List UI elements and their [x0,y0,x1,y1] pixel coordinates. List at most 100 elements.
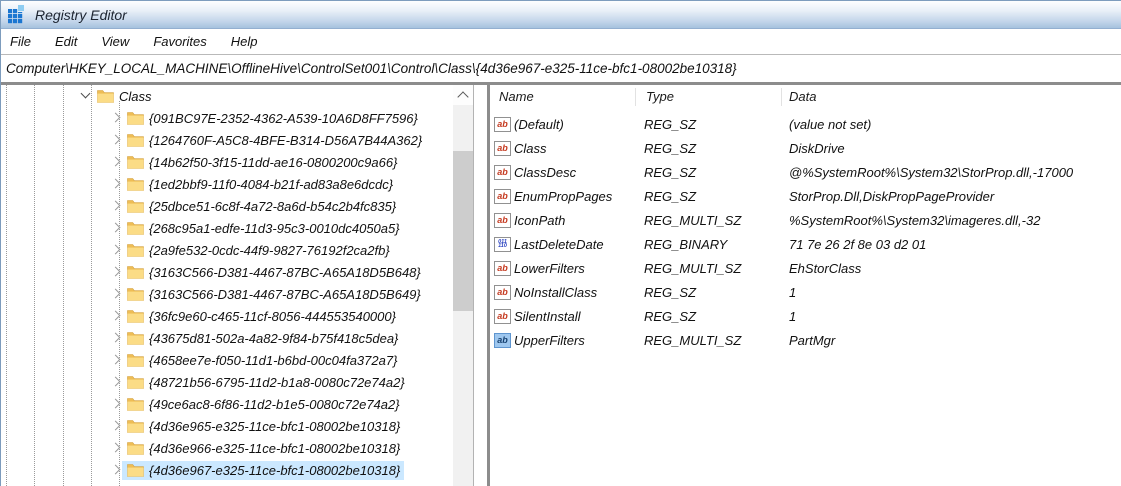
value-type: REG_SZ [644,284,697,300]
chevron-right-icon[interactable] [110,156,122,168]
tree-item-label[interactable]: {48721b56-6795-11d2-b1a8-0080c72e74a2} [149,374,405,390]
menu-help[interactable]: Help [219,29,270,54]
value-row[interactable]: ab ClassDesc REG_SZ @%SystemRoot%\System… [490,160,1121,184]
column-header-type[interactable]: Type [646,89,674,104]
tree-item-guid[interactable]: {4d36e965-e325-11ce-bfc1-08002be10318} [1,415,453,437]
tree-item-guid[interactable]: {268c95a1-edfe-11d3-95c3-0010dc4050a5} [1,217,453,239]
value-name[interactable]: EnumPropPages [514,189,644,204]
tree-item-guid[interactable]: {1ed2bbf9-11f0-4084-b21f-ad83a8e6dcdc} [1,173,453,195]
value-row[interactable]: 011 110 LastDeleteDate REG_BINARY 71 7e … [490,232,1121,256]
folder-icon [127,375,144,389]
tree-item-guid[interactable]: {091BC97E-2352-4362-A539-10A6D8FF7596} [1,107,453,129]
chevron-right-icon[interactable] [110,398,122,410]
column-separator[interactable] [781,88,782,106]
tree-item-label[interactable]: {091BC97E-2352-4362-A539-10A6D8FF7596} [149,110,418,126]
tree-item-guid[interactable]: {14b62f50-3f15-11dd-ae16-0800200c9a66} [1,151,453,173]
value-row[interactable]: ab EnumPropPages REG_SZ StorProp.Dll,Dis… [490,184,1121,208]
value-name[interactable]: LowerFilters [514,261,644,276]
column-header-data[interactable]: Data [789,89,816,104]
chevron-right-icon[interactable] [110,244,122,256]
value-row[interactable]: ab LowerFilters REG_MULTI_SZ EhStorClass [490,256,1121,280]
value-name[interactable]: Class [514,141,644,156]
column-separator[interactable] [635,88,636,106]
chevron-right-icon[interactable] [110,112,122,124]
tree-item-label[interactable]: {2a9fe532-0cdc-44f9-9827-76192f2ca2fb} [149,242,390,258]
tree-item-label[interactable]: {1264760F-A5C8-4BFE-B314-D56A7B44A362} [149,132,422,148]
chevron-right-icon[interactable] [110,332,122,344]
menu-edit[interactable]: Edit [43,29,89,54]
value-row[interactable]: ab SilentInstall REG_SZ 1 [490,304,1121,328]
tree-item-class[interactable]: Class [1,85,453,107]
chevron-right-icon[interactable] [110,354,122,366]
menu-favorites[interactable]: Favorites [141,29,218,54]
chevron-right-icon[interactable] [110,200,122,212]
value-type: REG_SZ [644,140,697,156]
value-name[interactable]: ClassDesc [514,165,644,180]
tree-item-guid[interactable]: {1264760F-A5C8-4BFE-B314-D56A7B44A362} [1,129,453,151]
menu-file[interactable]: File [1,29,43,54]
chevron-right-icon[interactable] [110,464,122,476]
tree-item-guid[interactable]: {43675d81-502a-4a82-9f84-b75f418c5dea} [1,327,453,349]
chevron-right-icon[interactable] [110,376,122,388]
tree-item-label[interactable]: {14b62f50-3f15-11dd-ae16-0800200c9a66} [149,154,397,170]
tree-item-label[interactable]: {49ce6ac8-6f86-11d2-b1e5-0080c72e74a2} [149,396,400,412]
tree-item-guid[interactable]: {4d36e966-e325-11ce-bfc1-08002be10318} [1,437,453,459]
tree-item-label[interactable]: Class [119,88,152,104]
folder-icon [127,177,144,191]
tree-item-label[interactable]: {4d36e966-e325-11ce-bfc1-08002be10318} [149,440,400,456]
tree-item-label[interactable]: {4d36e965-e325-11ce-bfc1-08002be10318} [149,418,400,434]
tree-item-guid[interactable]: {2a9fe532-0cdc-44f9-9827-76192f2ca2fb} [1,239,453,261]
address-bar[interactable]: Computer\HKEY_LOCAL_MACHINE\OfflineHive\… [1,55,1121,82]
tree-item-label[interactable]: {25dbce51-6c8f-4a72-8a6d-b54c2b4fc835} [149,198,396,214]
tree-item-label[interactable]: {4658ee7e-f050-11d1-b6bd-00c04fa372a7} [149,352,397,368]
tree-item-guid[interactable]: {49ce6ac8-6f86-11d2-b1e5-0080c72e74a2} [1,393,453,415]
tree-item-guid[interactable]: {3163C566-D381-4467-87BC-A65A18D5B648} [1,261,453,283]
tree-item-label[interactable]: {3163C566-D381-4467-87BC-A65A18D5B649} [149,286,421,302]
scrollbar-thumb[interactable] [453,151,473,311]
chevron-right-icon[interactable] [110,134,122,146]
tree-item-guid[interactable]: {25dbce51-6c8f-4a72-8a6d-b54c2b4fc835} [1,195,453,217]
chevron-right-icon[interactable] [110,266,122,278]
chevron-right-icon[interactable] [110,178,122,190]
value-name[interactable]: SilentInstall [514,309,644,324]
value-data: 1 [789,308,797,324]
tree-item-guid[interactable]: {4d36e967-e325-11ce-bfc1-08002be10318} [1,459,453,481]
column-header-name[interactable]: Name [499,89,534,104]
tree-item-label[interactable]: {36fc9e60-c465-11cf-8056-444553540000} [149,308,396,324]
value-row[interactable]: ab Class REG_SZ DiskDrive [490,136,1121,160]
chevron-right-icon[interactable] [110,310,122,322]
tree-item-guid[interactable]: {4658ee7e-f050-11d1-b6bd-00c04fa372a7} [1,349,453,371]
pane-splitter[interactable] [473,85,487,486]
chevron-right-icon[interactable] [110,288,122,300]
menu-view[interactable]: View [89,29,141,54]
tree-item-guid[interactable]: {3163C566-D381-4467-87BC-A65A18D5B649} [1,283,453,305]
tree-item-label[interactable]: {1ed2bbf9-11f0-4084-b21f-ad83a8e6dcdc} [149,176,393,192]
tree-item-guid[interactable]: {36fc9e60-c465-11cf-8056-444553540000} [1,305,453,327]
value-type: REG_SZ [644,164,697,180]
chevron-right-icon[interactable] [110,420,122,432]
tree-vertical-scrollbar[interactable] [453,85,473,486]
value-row[interactable]: ab (Default) REG_SZ (value not set) [490,112,1121,136]
values-header: Name Type Data [490,85,1121,109]
scroll-up-icon[interactable] [453,85,473,105]
tree-item-label[interactable]: {268c95a1-edfe-11d3-95c3-0010dc4050a5} [149,220,400,236]
tree-item-label[interactable]: {3163C566-D381-4467-87BC-A65A18D5B648} [149,264,421,280]
values-pane[interactable]: Name Type Data ab (Default) REG_SZ (valu… [487,85,1121,486]
chevron-right-icon[interactable] [110,442,122,454]
value-name[interactable]: LastDeleteDate [514,237,644,252]
chevron-right-icon[interactable] [110,222,122,234]
registry-tree-pane[interactable]: Class {091BC97E-2352-4362-A539-10A6D8FF7… [1,85,453,486]
value-name[interactable]: UpperFilters [514,333,644,348]
tree-item-guid[interactable]: {48721b56-6795-11d2-b1a8-0080c72e74a2} [1,371,453,393]
folder-icon [127,463,144,477]
value-data: PartMgr [789,332,836,348]
value-row[interactable]: ab IconPath REG_MULTI_SZ %SystemRoot%\Sy… [490,208,1121,232]
tree-item-label[interactable]: {43675d81-502a-4a82-9f84-b75f418c5dea} [149,330,398,346]
value-row[interactable]: ab NoInstallClass REG_SZ 1 [490,280,1121,304]
chevron-down-icon[interactable] [80,90,92,102]
value-row[interactable]: ab UpperFilters REG_MULTI_SZ PartMgr [490,328,1121,352]
value-name[interactable]: (Default) [514,117,644,132]
value-name[interactable]: NoInstallClass [514,285,644,300]
tree-item-label[interactable]: {4d36e967-e325-11ce-bfc1-08002be10318} [149,462,400,478]
value-name[interactable]: IconPath [514,213,644,228]
